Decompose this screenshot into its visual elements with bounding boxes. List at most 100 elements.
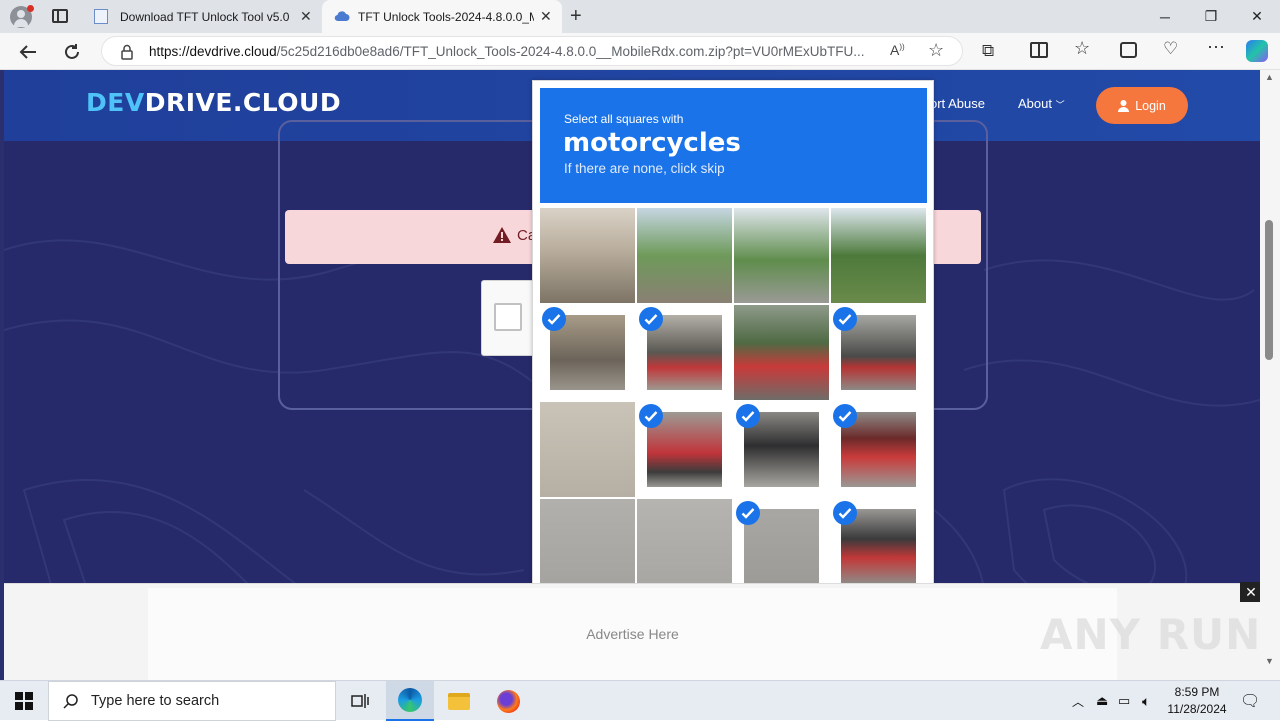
site-logo[interactable]: DEVDRIVE.CLOUD [86, 88, 341, 117]
favorite-star-icon[interactable]: ☆ [928, 40, 944, 61]
scroll-down-icon[interactable]: ▼ [1265, 656, 1274, 666]
extensions-icon[interactable]: ⧉ [982, 41, 994, 61]
tile-image [540, 208, 635, 303]
clock-date: 11/28/2024 [1167, 702, 1227, 716]
captcha-checkbox[interactable] [494, 303, 522, 331]
minimize-icon[interactable]: ─ [1142, 0, 1188, 33]
scroll-up-icon[interactable]: ▲ [1265, 72, 1274, 82]
checkmark-icon [639, 404, 663, 428]
network-icon[interactable]: ▭ [1118, 681, 1130, 721]
logo-suffix: DRIVE.CLOUD [144, 88, 342, 117]
tab-strip: Download TFT Unlock Tool v5.0.0 ✕ TFT Un… [0, 0, 1280, 33]
captcha-tile[interactable] [831, 402, 926, 497]
tab-download-tft[interactable]: Download TFT Unlock Tool v5.0.0 ✕ [84, 0, 320, 33]
refresh-button[interactable] [57, 37, 87, 67]
anyrun-watermark: ANY RUN [1040, 610, 1262, 659]
ad-close-button[interactable]: ✕ [1240, 582, 1262, 602]
checkmark-icon [736, 501, 760, 525]
tile-image [637, 208, 732, 303]
captcha-tile[interactable] [637, 402, 732, 497]
copilot-icon[interactable] [1246, 40, 1268, 62]
favorites-icon[interactable]: ☆ [1074, 38, 1090, 59]
captcha-tile[interactable] [540, 208, 635, 303]
captcha-tile[interactable] [831, 499, 926, 589]
captcha-hint: If there are none, click skip [564, 161, 725, 176]
captcha-tile[interactable] [734, 208, 829, 303]
captcha-header: Select all squares with motorcycles If t… [540, 88, 927, 203]
tile-image [831, 208, 926, 303]
start-button[interactable] [0, 681, 48, 721]
captcha-object: motorcycles [563, 128, 741, 158]
back-button[interactable] [13, 37, 43, 67]
ad-text: Advertise Here [586, 626, 679, 642]
read-aloud-icon[interactable]: A)) [890, 42, 905, 58]
captcha-tile[interactable] [637, 208, 732, 303]
captcha-tile[interactable] [540, 499, 635, 589]
taskbar-search[interactable]: Type here to search [48, 681, 336, 721]
windows-logo-icon [15, 692, 33, 710]
url-text: https://devdrive.cloud/5c25d216db0e8ad6/… [149, 44, 879, 59]
captcha-challenge: Select all squares with motorcycles If t… [532, 80, 934, 590]
tab-tft-unlock[interactable]: TFT Unlock Tools-2024-4.8.0.0_M ✕ [322, 0, 562, 33]
clock-time: 8:59 PM [1174, 685, 1220, 699]
taskbar: Type here to search ︿ ⏏ ▭ 🔈︎ 8:59 PM 11/… [0, 680, 1280, 721]
tray-chevron-icon[interactable]: ︿ [1072, 681, 1084, 721]
captcha-tile[interactable] [734, 305, 829, 400]
close-tab-icon[interactable]: ✕ [300, 8, 312, 25]
firefox-button[interactable] [484, 681, 532, 721]
scrollbar-thumb[interactable] [1265, 220, 1273, 360]
captcha-tile[interactable] [734, 499, 829, 589]
nav-about[interactable]: About ﹀ [1018, 96, 1065, 111]
edge-icon [398, 688, 422, 712]
tile-image [540, 402, 635, 497]
captcha-tile[interactable] [540, 305, 635, 400]
address-bar: https://devdrive.cloud/5c25d216db0e8ad6/… [0, 33, 1280, 70]
user-icon [1118, 99, 1130, 112]
file-explorer-button[interactable] [435, 681, 483, 721]
tab-title: TFT Unlock Tools-2024-4.8.0.0_M [358, 9, 534, 24]
collections-icon[interactable] [1120, 42, 1137, 58]
nav-report-abuse[interactable]: ort Abuse [930, 96, 985, 111]
new-tab-icon[interactable]: + [570, 5, 582, 28]
captcha-tile[interactable] [831, 208, 926, 303]
close-tab-icon[interactable]: ✕ [540, 8, 552, 25]
login-label: Login [1135, 98, 1166, 113]
close-window-icon[interactable]: ✕ [1234, 0, 1280, 33]
volume-icon[interactable]: 🔈︎ [1142, 681, 1150, 721]
more-options-icon[interactable]: ⋯ [1207, 37, 1225, 58]
split-screen-icon[interactable] [1030, 42, 1048, 58]
captcha-tile[interactable] [831, 305, 926, 400]
captcha-tile[interactable] [540, 402, 635, 497]
browser-essentials-icon[interactable]: ♡ [1163, 39, 1178, 59]
login-button[interactable]: Login [1096, 87, 1188, 124]
ad-slot[interactable]: Advertise Here [148, 588, 1117, 680]
task-view-icon [351, 694, 369, 708]
usb-icon[interactable]: ⏏ [1096, 681, 1108, 721]
tile-image [637, 499, 732, 589]
captcha-tile[interactable] [637, 305, 732, 400]
checkmark-icon [736, 404, 760, 428]
search-icon [63, 694, 78, 709]
edge-taskbar-button[interactable] [386, 681, 434, 721]
checkmark-icon [833, 307, 857, 331]
firefox-icon [496, 689, 520, 713]
refresh-icon [65, 44, 79, 59]
notifications-icon[interactable]: 🗨︎ [1240, 681, 1260, 721]
restore-icon[interactable]: ❐ [1188, 0, 1234, 33]
taskbar-clock[interactable]: 8:59 PM 11/28/2024 [1160, 684, 1234, 718]
tile-image [734, 208, 829, 303]
task-view-button[interactable] [336, 681, 384, 721]
tile-image [540, 499, 635, 589]
page-scrollbar[interactable]: ▲ ▼ [1260, 70, 1280, 680]
checkmark-icon [833, 501, 857, 525]
search-placeholder: Type here to search [91, 693, 220, 709]
captcha-tile[interactable] [637, 499, 732, 589]
lock-icon[interactable] [120, 44, 134, 60]
url-field[interactable]: https://devdrive.cloud/5c25d216db0e8ad6/… [101, 36, 963, 66]
logo-prefix: DEV [86, 88, 145, 117]
tab-actions-icon[interactable] [52, 9, 68, 23]
captcha-tile[interactable] [734, 402, 829, 497]
cloud-icon [334, 10, 350, 25]
profile-icon[interactable] [10, 5, 34, 28]
folder-icon [448, 692, 470, 710]
